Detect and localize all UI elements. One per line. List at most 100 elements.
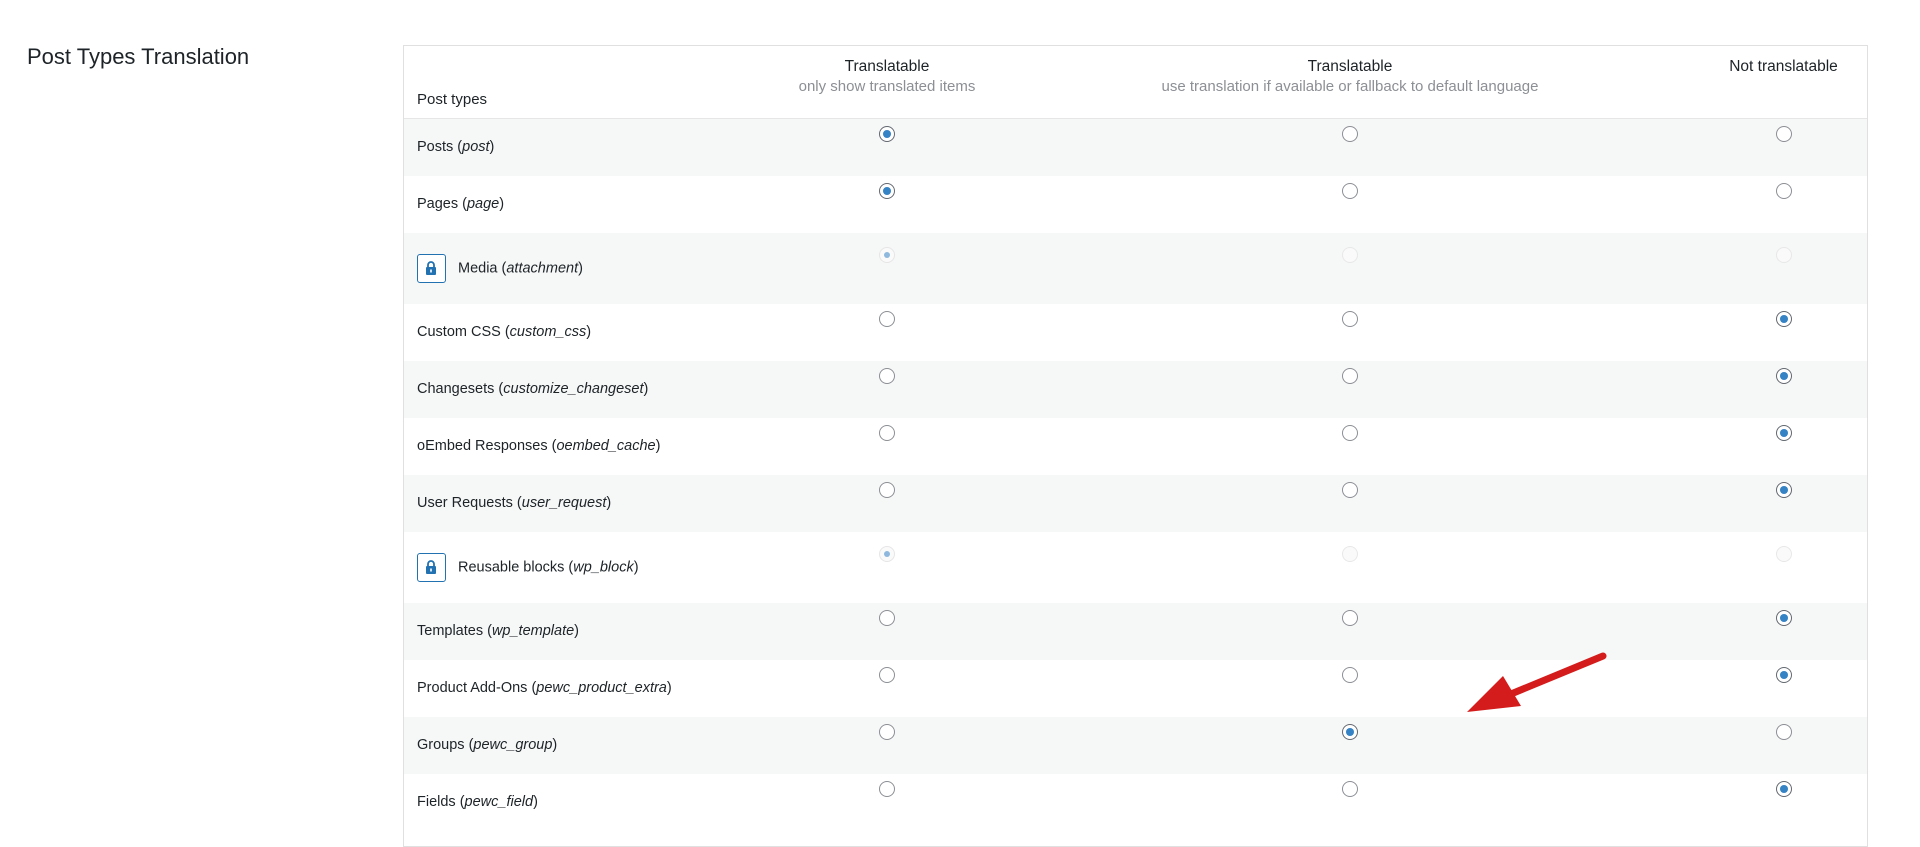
- lock-icon[interactable]: [417, 253, 446, 283]
- post-type-name: Templates: [417, 623, 484, 640]
- table-row: oEmbed Responses (oembed_cache): [404, 417, 1867, 475]
- post-type-cell: Fields (pewc_field): [404, 773, 774, 831]
- radio-cell: [1000, 773, 1700, 831]
- radio-cell: [774, 118, 1000, 176]
- radio-not-translatable: [1775, 246, 1792, 263]
- table-row: Templates (wp_template): [404, 602, 1867, 660]
- post-type-label: oEmbed Responses (oembed_cache): [417, 438, 661, 455]
- radio-translatable-only: [879, 545, 895, 562]
- radio-translatable-fallback[interactable]: [1342, 367, 1358, 384]
- radio-cell: [774, 716, 1000, 774]
- post-type-cell: Product Add-Ons (pewc_product_extra): [404, 659, 774, 717]
- radio-translatable-fallback[interactable]: [1342, 424, 1358, 441]
- radio-not-translatable[interactable]: [1775, 609, 1792, 626]
- radio-cell: [774, 474, 1000, 532]
- radio-translatable-fallback: [1342, 246, 1358, 263]
- radio-translatable-only[interactable]: [879, 126, 895, 143]
- radio-cell: [774, 417, 1000, 475]
- radio-cell: [1000, 118, 1700, 176]
- radio-translatable-only[interactable]: [879, 481, 895, 498]
- radio-translatable-fallback[interactable]: [1342, 182, 1358, 199]
- table-row: Fields (pewc_field): [404, 773, 1867, 831]
- radio-translatable-only[interactable]: [879, 182, 895, 199]
- radio-cell: [1700, 118, 1867, 176]
- post-type-name: Product Add-Ons: [417, 680, 528, 697]
- radio-cell: [1700, 659, 1867, 717]
- post-type-name: Posts: [417, 139, 454, 156]
- post-type-slug: attachment: [506, 260, 579, 276]
- post-type-slug: pewc_group: [473, 737, 553, 754]
- post-type-label: Reusable blocks (wp_block): [458, 559, 639, 575]
- post-type-cell: User Requests (user_request): [404, 474, 774, 532]
- radio-not-translatable[interactable]: [1775, 666, 1792, 683]
- post-type-cell: Custom CSS (custom_css): [404, 303, 774, 361]
- radio-translatable-fallback[interactable]: [1342, 126, 1358, 143]
- post-type-label: Posts (post): [417, 139, 495, 156]
- radio-translatable-only[interactable]: [879, 723, 895, 740]
- post-type-slug: pewc_field: [464, 794, 534, 811]
- post-type-slug: wp_template: [491, 623, 575, 640]
- header-translatable-only-subtitle: only show translated items: [798, 78, 976, 95]
- radio-translatable-fallback[interactable]: [1342, 481, 1358, 498]
- radio-not-translatable[interactable]: [1775, 780, 1792, 797]
- header-not-translatable: Not translatable: [1700, 46, 1867, 119]
- post-type-label: Media (attachment): [458, 260, 583, 276]
- table-row: Pages (page): [404, 175, 1867, 233]
- post-type-cell: Posts (post): [404, 118, 774, 176]
- header-translatable-only-title: Translatable: [844, 58, 930, 75]
- radio-cell: [1700, 602, 1867, 660]
- post-type-label: Pages (page): [417, 196, 505, 213]
- post-type-cell: Pages (page): [404, 175, 774, 233]
- radio-translatable-fallback: [1342, 545, 1358, 562]
- post-type-label: Templates (wp_template): [417, 623, 580, 640]
- post-type-name: Reusable blocks: [458, 559, 565, 575]
- post-type-slug: page: [466, 196, 500, 213]
- radio-not-translatable[interactable]: [1775, 367, 1792, 384]
- radio-not-translatable[interactable]: [1775, 182, 1792, 199]
- post-type-name: Media: [458, 260, 498, 276]
- table-row: Posts (post): [404, 118, 1867, 176]
- header-translatable-fallback: Translatable use translation if availabl…: [1000, 46, 1700, 119]
- lock-icon[interactable]: [417, 552, 446, 582]
- post-type-name: Groups: [417, 737, 465, 754]
- radio-cell: [1000, 474, 1700, 532]
- radio-not-translatable[interactable]: [1775, 126, 1792, 143]
- post-type-slug: customize_changeset: [503, 381, 644, 398]
- radio-cell: [1000, 417, 1700, 475]
- section-title: Post Types Translation: [27, 44, 250, 69]
- radio-not-translatable[interactable]: [1775, 723, 1792, 740]
- post-type-label: Fields (pewc_field): [417, 794, 538, 811]
- radio-translatable-fallback[interactable]: [1342, 780, 1358, 797]
- post-type-name: Changesets: [417, 381, 495, 398]
- post-type-name: Pages: [417, 196, 459, 213]
- radio-translatable-only[interactable]: [879, 310, 895, 327]
- radio-translatable-only[interactable]: [879, 424, 895, 441]
- radio-translatable-fallback[interactable]: [1342, 666, 1358, 683]
- radio-not-translatable[interactable]: [1775, 424, 1792, 441]
- radio-cell: [1700, 303, 1867, 361]
- radio-translatable-only[interactable]: [879, 367, 895, 384]
- table-row: Reusable blocks (wp_block): [404, 531, 1867, 603]
- radio-translatable-fallback[interactable]: [1342, 310, 1358, 327]
- header-not-translatable-title: Not translatable: [1729, 58, 1838, 75]
- table-row: Product Add-Ons (pewc_product_extra): [404, 659, 1867, 717]
- radio-translatable-only[interactable]: [879, 609, 895, 626]
- table-row: Groups (pewc_group): [404, 716, 1867, 774]
- radio-cell: [1700, 175, 1867, 233]
- post-type-cell: Media (attachment): [404, 232, 774, 304]
- header-translatable-only: Translatable only show translated items: [774, 46, 1000, 119]
- radio-translatable-fallback[interactable]: [1342, 723, 1358, 740]
- radio-not-translatable[interactable]: [1775, 310, 1792, 327]
- radio-cell: [774, 175, 1000, 233]
- table-row: Changesets (customize_changeset): [404, 360, 1867, 418]
- radio-translatable-only[interactable]: [879, 780, 895, 797]
- post-type-slug: wp_block: [573, 559, 634, 575]
- post-type-slug: user_request: [521, 495, 607, 512]
- post-type-label: Groups (pewc_group): [417, 737, 558, 754]
- post-type-cell: Groups (pewc_group): [404, 716, 774, 774]
- radio-cell: [774, 531, 1000, 603]
- radio-translatable-fallback[interactable]: [1342, 609, 1358, 626]
- radio-not-translatable[interactable]: [1775, 481, 1792, 498]
- radio-cell: [1700, 716, 1867, 774]
- radio-translatable-only[interactable]: [879, 666, 895, 683]
